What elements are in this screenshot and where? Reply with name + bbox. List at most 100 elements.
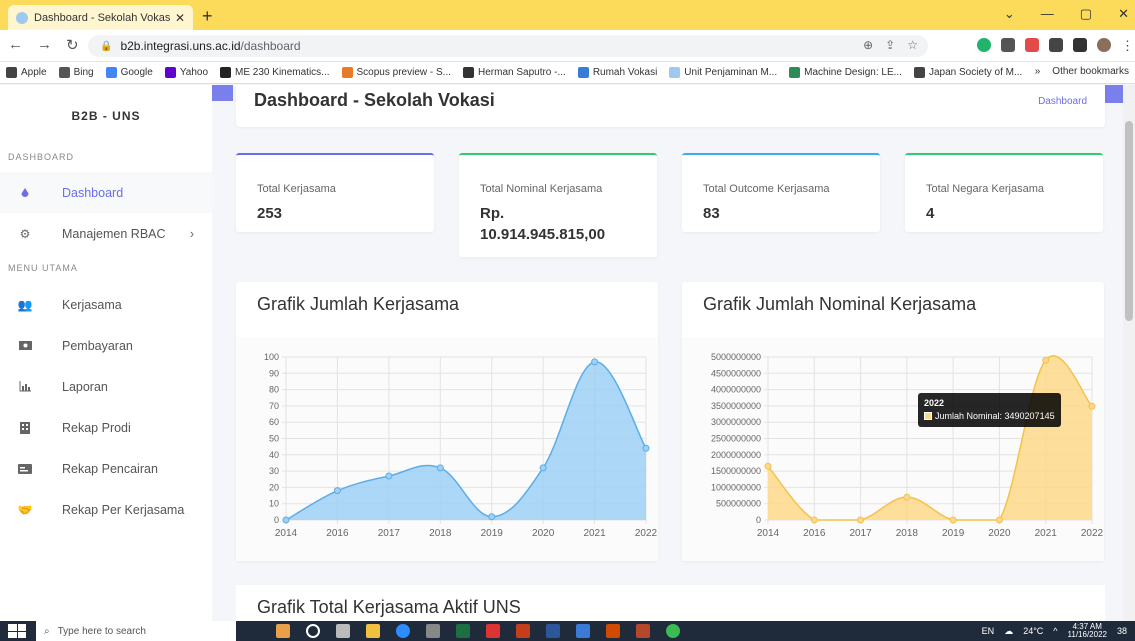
sidebar-item-label: Kerjasama	[62, 297, 122, 312]
profile-avatar[interactable]	[1097, 38, 1111, 52]
clock[interactable]: 4:37 AM 11/16/2022	[1068, 623, 1107, 639]
x-tick-label: 2018	[429, 528, 452, 539]
extension-icon[interactable]	[1001, 38, 1015, 52]
money-icon	[18, 339, 32, 353]
bookmark-item[interactable]: Google	[105, 67, 153, 78]
sidebar-item-label: Dashboard	[62, 185, 124, 200]
gears-icon: ⚙	[19, 226, 31, 241]
language-indicator[interactable]: EN	[982, 626, 995, 636]
tray-chevron-icon[interactable]: ^	[1053, 626, 1057, 636]
data-point	[385, 472, 393, 480]
page-scrollbar[interactable]	[1123, 85, 1135, 621]
maximize-button[interactable]: ▢	[1080, 6, 1092, 22]
reload-icon[interactable]: ↻	[66, 36, 79, 54]
excel-icon[interactable]	[456, 624, 470, 638]
bookmark-item[interactable]: Unit Penjaminan M...	[669, 67, 777, 78]
url-path: /dashboard	[240, 39, 301, 53]
sidebar-item-dashboard[interactable]: Dashboard	[0, 172, 212, 213]
minimize-button[interactable]: —	[1041, 6, 1054, 22]
pdf-extension-icon[interactable]	[1025, 38, 1039, 52]
sidepanel-icon[interactable]	[1073, 38, 1087, 52]
scrollbar-thumb[interactable]	[1125, 121, 1133, 321]
y-tick-label: 4500000000	[711, 368, 761, 378]
file-explorer-icon[interactable]	[366, 624, 380, 638]
x-tick-label: 2020	[988, 528, 1011, 539]
bookmark-icon	[669, 67, 681, 78]
bookmark-item[interactable]: Scopus preview - S...	[341, 67, 451, 78]
cortana-icon[interactable]	[306, 624, 320, 638]
acrobat-icon[interactable]	[606, 624, 620, 638]
y-tick-label: 3500000000	[711, 401, 761, 411]
y-tick-label: 70	[269, 401, 279, 411]
windows-start-icon[interactable]	[8, 624, 26, 638]
y-tick-label: 10	[269, 499, 279, 509]
x-tick-label: 2017	[849, 528, 872, 539]
data-point	[591, 358, 599, 366]
brand-logo[interactable]: B2B - UNS	[0, 85, 212, 147]
bookmark-item[interactable]: Rumah Vokasi	[577, 67, 658, 78]
tooltip-swatch	[924, 412, 932, 420]
browser-tab[interactable]: Dashboard - Sekolah Vokasi — [ ✕	[8, 5, 193, 30]
y-tick-label: 1000000000	[711, 482, 761, 492]
menu-icon[interactable]: ⋮	[1121, 38, 1134, 53]
grammarly-icon[interactable]	[977, 38, 991, 52]
close-window-button[interactable]: ✕	[1118, 6, 1129, 22]
data-point	[995, 516, 1003, 524]
bookmark-item[interactable]: Japan Society of M...	[913, 67, 1023, 78]
bookmark-label: Apple	[21, 67, 47, 78]
powerpoint-icon[interactable]	[516, 624, 530, 638]
sidebar-item-label: Rekap Pencairan	[62, 461, 158, 476]
sidebar-item-rbac[interactable]: ⚙ Manajemen RBAC ›	[0, 213, 212, 254]
star-icon[interactable]: ☆	[907, 38, 918, 52]
bookmark-icon	[164, 67, 176, 78]
bookmark-item[interactable]: Yahoo	[164, 67, 208, 78]
stat-label: Total Kerjasama	[257, 183, 336, 195]
bookmark-item[interactable]: ME 230 Kinematics...	[220, 67, 330, 78]
chart-title: Grafik Jumlah Nominal Kerjasama	[703, 294, 977, 314]
sidebar-item-rekap-pencairan[interactable]: Rekap Pencairan	[0, 448, 212, 489]
notification-count[interactable]: 38	[1117, 626, 1127, 636]
chrome-icon[interactable]	[486, 624, 500, 638]
data-point	[539, 464, 547, 472]
sidebar-item-kerjasama[interactable]: 👥 Kerjasama	[0, 284, 212, 325]
tab-title: Dashboard - Sekolah Vokasi — [	[34, 11, 171, 24]
sidebar-item-laporan[interactable]: Laporan	[0, 366, 212, 407]
bookmark-item[interactable]: Apple	[6, 67, 47, 78]
bookmark-label: Unit Penjaminan M...	[684, 67, 778, 78]
new-tab-button[interactable]: +	[202, 6, 213, 27]
tab-search-icon[interactable]: ⌄	[1004, 6, 1015, 22]
bookmark-label: Japan Society of M...	[928, 67, 1023, 78]
chrome-profile-icon[interactable]	[666, 624, 680, 638]
share-icon[interactable]: ⇪	[885, 38, 895, 52]
area-fill	[768, 355, 1092, 520]
taskbar-app-icon[interactable]	[276, 624, 290, 638]
bookmarks-chevron-icon[interactable]: »	[1035, 66, 1041, 77]
bookmark-label: Rumah Vokasi	[592, 67, 658, 78]
sidebar-item-rekap-per-kerjasama[interactable]: 🤝 Rekap Per Kerjasama	[0, 489, 212, 530]
sidebar-item-pembayaran[interactable]: Pembayaran	[0, 325, 212, 366]
bookmark-item[interactable]: Herman Saputro -...	[463, 67, 566, 78]
bookmark-item[interactable]: Bing	[58, 67, 94, 78]
back-icon[interactable]: ←	[8, 36, 23, 54]
puzzle-icon[interactable]	[1049, 38, 1063, 52]
zoom-icon[interactable]: ⊕	[863, 38, 873, 52]
weather-temp[interactable]: 24°C	[1023, 626, 1043, 636]
taskbar-app-icon[interactable]	[426, 624, 440, 638]
chart-card-kerjasama-aktif: Grafik Total Kerjasama Aktif UNS	[236, 585, 1105, 621]
task-view-icon[interactable]	[336, 624, 350, 638]
zoom-app-icon[interactable]	[396, 624, 410, 638]
data-point	[903, 493, 911, 501]
close-tab-icon[interactable]: ✕	[175, 11, 185, 25]
other-bookmarks[interactable]: Other bookmarks	[1052, 66, 1129, 77]
bookmark-icon	[6, 67, 17, 78]
word-icon[interactable]	[546, 624, 560, 638]
url-host: b2b.integrasi.uns.ac.id	[120, 39, 241, 53]
forward-icon[interactable]: →	[37, 36, 52, 54]
bookmark-item[interactable]: Machine Design: LE...	[789, 67, 902, 78]
sidebar-item-rekap-prodi[interactable]: Rekap Prodi	[0, 407, 212, 448]
breadcrumb-dashboard[interactable]: Dashboard	[1038, 96, 1087, 107]
photos-icon[interactable]	[576, 624, 590, 638]
powerpoint-icon[interactable]	[636, 624, 650, 638]
taskbar-search-input[interactable]: ⌕ Type here to search	[36, 621, 236, 641]
url-input[interactable]: 🔒 b2b.integrasi.uns.ac.id/dashboard ⊕ ⇪ …	[88, 35, 928, 57]
